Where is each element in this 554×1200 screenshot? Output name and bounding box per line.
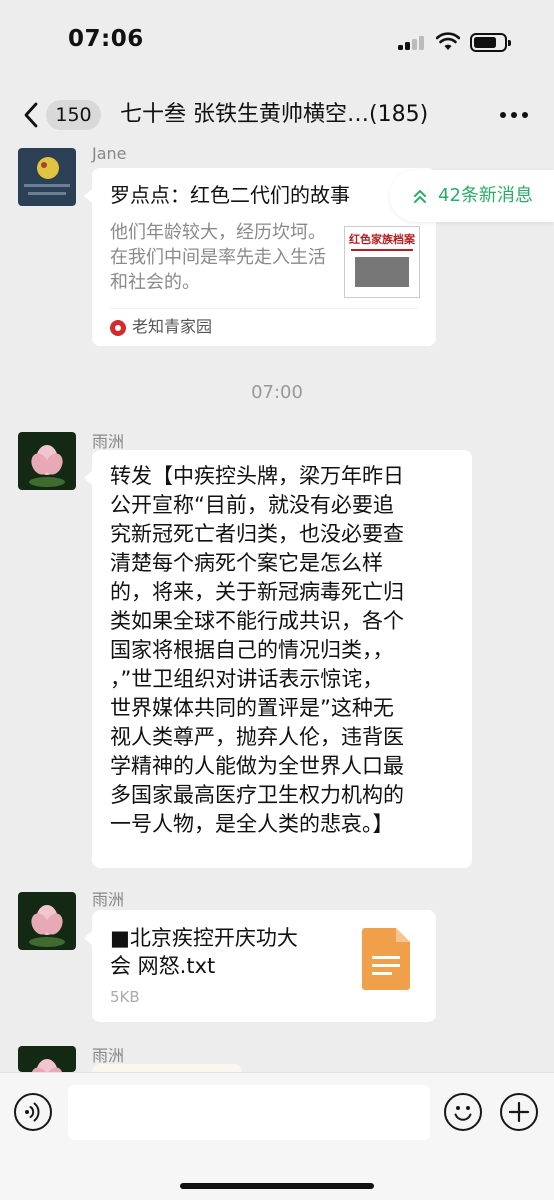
sender-name: 雨洲: [92, 890, 125, 909]
smiley-icon: [454, 1106, 472, 1121]
file-size: 5KB: [110, 988, 140, 1006]
avatar-jane[interactable]: [18, 148, 76, 206]
link-source: 老知青家园: [132, 317, 213, 336]
input-bar: [0, 1072, 554, 1200]
avatar-yuzhou[interactable]: [18, 1046, 76, 1072]
unread-count-badge[interactable]: 150: [46, 100, 101, 130]
thumbnail-title: 红色家族档案: [349, 233, 415, 246]
new-messages-button[interactable]: 42条新消息: [390, 170, 554, 222]
chat-header: 150 七十叁 张铁生黄帅横空…(185): [0, 80, 554, 150]
text-file-icon: [362, 928, 410, 990]
chat-title: 七十叁 张铁生黄帅横空…(185): [120, 102, 429, 127]
status-time: 07:06: [68, 26, 144, 52]
text-message[interactable]: 转发【中疾控头牌，梁万年昨日 公开宣称“目前，就没有必要追 究新冠死亡者归类，也…: [84, 450, 472, 868]
link-thumbnail: 红色家族档案: [344, 226, 420, 298]
file-message[interactable]: ■北京疾控开庆功大 会 网怒.txt 5KB: [84, 910, 436, 1022]
voice-input-button[interactable]: [14, 1093, 52, 1131]
voice-icon: [25, 1102, 40, 1122]
more-options-icon[interactable]: [498, 110, 530, 120]
emoji-button[interactable]: [444, 1093, 482, 1131]
new-messages-label: 42条新消息: [438, 185, 533, 206]
time-separator: 07:00: [251, 382, 303, 403]
file-name: ■北京疾控开庆功大 会 网怒.txt: [110, 926, 298, 978]
source-logo-icon: [110, 320, 126, 336]
home-indicator: [180, 1183, 374, 1189]
plus-icon: [508, 1101, 530, 1123]
link-title: 罗点点：红色二代们的故事: [110, 183, 350, 207]
link-description: 他们年龄较大，经历坎坷。在我们中间是率先走入生活和社会的。: [110, 222, 326, 293]
sender-name: Jane: [92, 144, 127, 163]
wifi-icon: [436, 32, 460, 50]
avatar-yuzhou[interactable]: [18, 892, 76, 950]
sender-name: 雨洲: [92, 432, 125, 451]
sender-name: 雨洲: [92, 1046, 125, 1065]
status-bar: 07:06: [0, 0, 554, 80]
message-input[interactable]: [68, 1085, 430, 1140]
double-chevron-up-icon: [414, 190, 426, 203]
avatar-yuzhou[interactable]: [18, 432, 76, 490]
cellular-signal-icon: [398, 36, 426, 50]
more-functions-button[interactable]: [500, 1093, 538, 1131]
link-card[interactable]: 罗点点：红色二代们的故事 他们年龄较大，经历坎坷。在我们中间是率先走入生活和社会…: [84, 168, 436, 346]
back-chevron-icon[interactable]: [20, 100, 46, 130]
message-text: 转发【中疾控头牌，梁万年昨日 公开宣称“目前，就没有必要追 究新冠死亡者归类，也…: [110, 464, 404, 836]
divider: [110, 308, 418, 309]
battery-icon: [470, 33, 511, 52]
